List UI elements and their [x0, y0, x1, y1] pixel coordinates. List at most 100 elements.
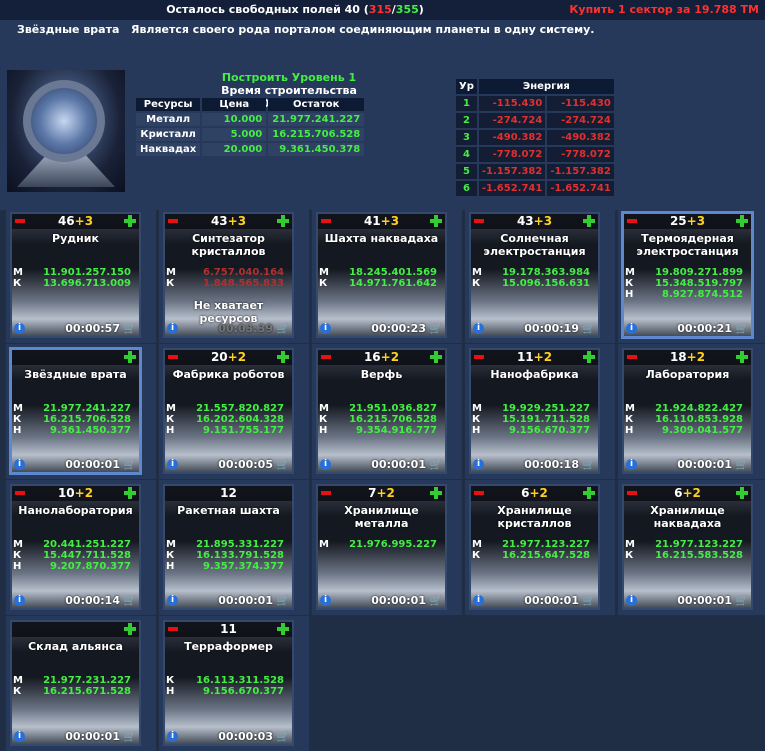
cart-icon[interactable]: 🛒: [736, 324, 748, 335]
building-card[interactable]: 11 Терраформер К 16.113.311.528 Н 9.156.670.3…: [163, 620, 294, 746]
building-card[interactable]: 10+2 Нанолаборатория М 20.441.251.227 К 15.44…: [10, 484, 141, 610]
level-bonus: +2: [376, 486, 395, 500]
build-plus-icon[interactable]: [736, 351, 748, 363]
cart-icon[interactable]: 🛒: [277, 460, 289, 471]
building-name[interactable]: Фабрика роботов: [165, 368, 292, 381]
cart-icon[interactable]: 🛒: [430, 596, 442, 607]
building-level: 11+2: [471, 350, 598, 365]
building-cell: 7+2 Хранилище металла М 21.976.995.227 i 00:0…: [312, 480, 462, 615]
info-icon[interactable]: i: [14, 323, 25, 334]
build-plus-icon[interactable]: [583, 487, 595, 499]
build-plus-icon[interactable]: [736, 215, 748, 227]
building-card[interactable]: 6+2 Хранилище кристаллов М 21.977.123.227 К 1…: [469, 484, 600, 610]
building-name[interactable]: Склад альянса: [12, 640, 139, 653]
building-card[interactable]: Склад альянса М 21.977.231.227 К 16.215.671.…: [10, 620, 141, 746]
info-icon[interactable]: i: [14, 595, 25, 606]
build-plus-icon[interactable]: [124, 623, 136, 635]
cart-icon[interactable]: 🛒: [583, 596, 595, 607]
build-plus-icon[interactable]: [430, 215, 442, 227]
info-icon[interactable]: i: [167, 459, 178, 470]
cart-icon[interactable]: 🛒: [124, 732, 136, 743]
cart-icon[interactable]: 🛒: [430, 460, 442, 471]
info-icon[interactable]: i: [626, 595, 637, 606]
building-card[interactable]: 46+3 Рудник М 11.901.257.150 К 13.696.713.009…: [10, 212, 141, 338]
build-plus-icon[interactable]: [583, 215, 595, 227]
cost-row: К 16.215.671.528: [12, 686, 139, 697]
building-name[interactable]: Хранилище наквадаха: [624, 504, 751, 530]
building-card[interactable]: 41+3 Шахта наквадаха М 18.245.401.569 К 14.97…: [316, 212, 447, 338]
cart-icon[interactable]: 🛒: [124, 324, 136, 335]
building-name[interactable]: Звёздные врата: [12, 368, 139, 381]
build-time: 00:00:01: [677, 458, 732, 471]
info-icon[interactable]: i: [473, 595, 484, 606]
build-time: 00:00:57: [65, 322, 120, 335]
cart-icon[interactable]: 🛒: [430, 324, 442, 335]
info-icon[interactable]: i: [167, 731, 178, 742]
info-icon[interactable]: i: [14, 731, 25, 742]
info-icon[interactable]: i: [320, 595, 331, 606]
cart-icon[interactable]: 🛒: [736, 460, 748, 471]
building-card[interactable]: 16+2 Верфь М 21.951.036.827 К 16.215.706.528 Н…: [316, 348, 447, 474]
cart-icon[interactable]: 🛒: [736, 596, 748, 607]
build-level-link[interactable]: Построить Уровень 1: [195, 71, 383, 84]
info-icon[interactable]: i: [320, 323, 331, 334]
building-name[interactable]: Хранилище кристаллов: [471, 504, 598, 530]
info-icon[interactable]: i: [473, 459, 484, 470]
cart-icon[interactable]: 🛒: [124, 460, 136, 471]
building-costs: М 21.977.231.227 К 16.215.671.528: [12, 675, 139, 697]
building-card[interactable]: 43+3 Синтезатор кристаллов М 6.757.040.164 К…: [163, 212, 294, 338]
building-name[interactable]: Хранилище металла: [318, 504, 445, 530]
build-plus-icon[interactable]: [277, 623, 289, 635]
build-plus-icon[interactable]: [277, 215, 289, 227]
buy-sector-link[interactable]: Купить 1 сектор за 19.788 ТМ: [569, 3, 759, 16]
build-plus-icon[interactable]: [277, 351, 289, 363]
build-plus-icon[interactable]: [430, 351, 442, 363]
building-name[interactable]: Синтезатор кристаллов: [165, 232, 292, 258]
build-plus-icon[interactable]: [430, 487, 442, 499]
building-name[interactable]: Солнечная электростанция: [471, 232, 598, 258]
build-plus-icon[interactable]: [124, 487, 136, 499]
building-name[interactable]: Нанолаборатория: [12, 504, 139, 517]
building-name[interactable]: Термоядерная электростанция: [624, 232, 751, 258]
build-plus-icon[interactable]: [583, 351, 595, 363]
cart-icon[interactable]: 🛒: [277, 596, 289, 607]
building-card[interactable]: 20+2 Фабрика роботов М 21.557.820.827 К 16.20…: [163, 348, 294, 474]
building-name[interactable]: Рудник: [12, 232, 139, 245]
building-card[interactable]: 6+2 Хранилище наквадаха М 21.977.123.227 К 16…: [622, 484, 753, 610]
cart-icon[interactable]: 🛒: [277, 324, 289, 335]
building-card[interactable]: 7+2 Хранилище металла М 21.976.995.227 i 00:0…: [316, 484, 447, 610]
info-icon[interactable]: i: [473, 323, 484, 334]
building-card[interactable]: 18+2 Лаборатория М 21.924.822.427 К 16.110.85…: [622, 348, 753, 474]
cart-icon[interactable]: 🛒: [583, 460, 595, 471]
level-bar: 43+3: [471, 214, 598, 229]
building-card[interactable]: 11+2 Нанофабрика М 19.929.251.227 К 15.191.71…: [469, 348, 600, 474]
build-plus-icon[interactable]: [736, 487, 748, 499]
building-name[interactable]: Верфь: [318, 368, 445, 381]
building-card[interactable]: 12 Ракетная шахта М 21.895.331.227 К 16.133.7…: [163, 484, 294, 610]
building-name[interactable]: Шахта наквадаха: [318, 232, 445, 245]
info-icon[interactable]: i: [626, 323, 637, 334]
building-card[interactable]: 25+3 Термоядерная электростанция М 19.809.2…: [622, 212, 753, 338]
info-icon[interactable]: i: [167, 595, 178, 606]
cart-icon[interactable]: 🛒: [277, 732, 289, 743]
building-name[interactable]: Терраформер: [165, 640, 292, 653]
card-footer: i 00:00:23 🛒: [318, 321, 445, 336]
info-icon[interactable]: i: [167, 323, 178, 334]
cart-icon[interactable]: 🛒: [583, 324, 595, 335]
level-value: 43: [516, 214, 534, 228]
building-card[interactable]: 43+3 Солнечная электростанция М 19.178.363.…: [469, 212, 600, 338]
build-plus-icon[interactable]: [124, 215, 136, 227]
info-icon[interactable]: i: [320, 459, 331, 470]
info-icon[interactable]: i: [14, 459, 25, 470]
building-level: 43+3: [471, 214, 598, 229]
level-value: 41: [363, 214, 381, 228]
building-card[interactable]: Звёздные врата М 21.977.241.227 К 16.215.706…: [10, 348, 141, 474]
res-name: Кристалл: [136, 128, 201, 141]
building-name[interactable]: Нанофабрика: [471, 368, 598, 381]
info-icon[interactable]: i: [626, 459, 637, 470]
cart-icon[interactable]: 🛒: [124, 596, 136, 607]
build-plus-icon[interactable]: [124, 351, 136, 363]
building-name[interactable]: Лаборатория: [624, 368, 751, 381]
building-name[interactable]: Ракетная шахта: [165, 504, 292, 517]
building-costs: М 19.809.271.899 К 15.348.519.797 Н 8.927.874…: [624, 267, 751, 300]
